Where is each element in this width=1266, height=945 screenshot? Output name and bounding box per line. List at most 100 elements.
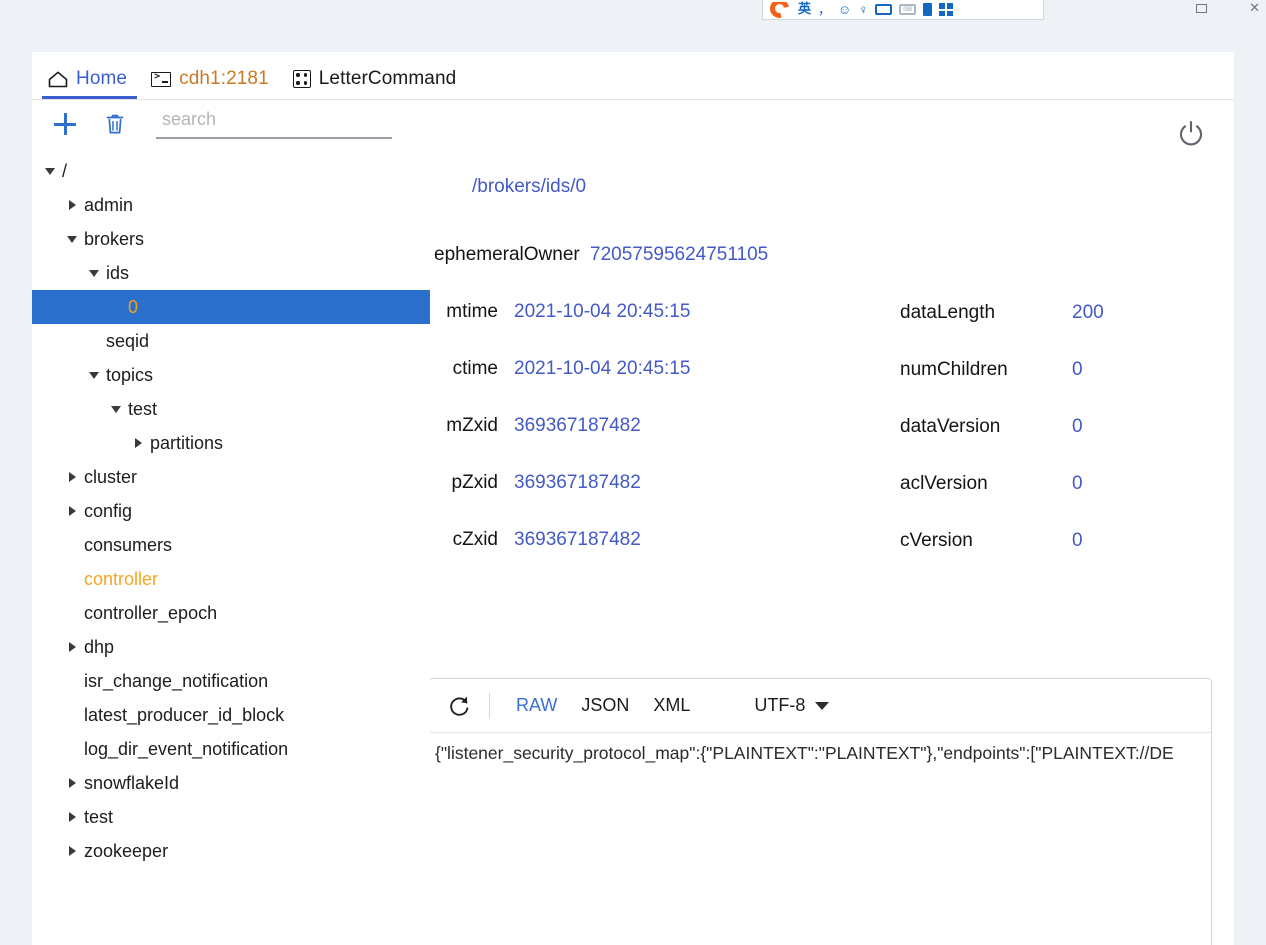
keyboard-icon[interactable] xyxy=(875,4,893,15)
editor-content[interactable]: {"listener_security_protocol_map":{"PLAI… xyxy=(435,743,1174,764)
tree-node-log_dir_event_notification[interactable]: log_dir_event_notification xyxy=(32,732,430,766)
ime-floating-toolbar[interactable]: 英 ， ☺ ♀ ⌨ xyxy=(762,0,1044,20)
tree-node-ids[interactable]: ids xyxy=(32,256,430,290)
disconnect-power-button[interactable] xyxy=(1176,118,1206,148)
tree-node-label: ids xyxy=(106,262,130,283)
caret-down-icon[interactable] xyxy=(86,269,102,277)
metadata-key: dataVersion xyxy=(900,415,1001,437)
caret-down-icon[interactable] xyxy=(108,405,124,413)
window-controls[interactable]: ✕ xyxy=(1196,0,1260,16)
tree-node-isr_change_notification[interactable]: isr_change_notification xyxy=(32,664,430,698)
tree-node-test[interactable]: test xyxy=(32,392,430,426)
tree-node-seqid[interactable]: seqid xyxy=(32,324,430,358)
tree-node-label: controller_epoch xyxy=(84,602,218,623)
caret-right-icon[interactable] xyxy=(64,472,80,482)
ime-mode-label[interactable]: 英 xyxy=(798,3,811,16)
tree-node-dhp[interactable]: dhp xyxy=(32,630,430,664)
tree-node-[interactable]: / xyxy=(32,154,430,188)
tree-node-label: seqid xyxy=(106,330,150,351)
tree-node-admin[interactable]: admin xyxy=(32,188,430,222)
tree-node-label: snowflakeId xyxy=(84,772,180,793)
apps-icon[interactable] xyxy=(939,3,954,16)
format-tab-raw[interactable]: RAW xyxy=(504,695,569,716)
bulb-icon[interactable]: ♀ xyxy=(858,3,868,16)
metadata-value: 369367187482 xyxy=(514,471,641,493)
metadata-row: numChildren 0 xyxy=(900,341,1104,398)
search-field-wrapper[interactable] xyxy=(156,109,398,139)
metadata-value: 200 xyxy=(1072,301,1104,323)
tree-node-snowflakeId[interactable]: snowflakeId xyxy=(32,766,430,800)
tree-node-consumers[interactable]: consumers xyxy=(32,528,430,562)
metadata-value: 2021-10-04 20:45:15 xyxy=(514,357,691,379)
tree-node-latest_producer_id_block[interactable]: latest_producer_id_block xyxy=(32,698,430,732)
metadata-value: 0 xyxy=(1072,358,1083,380)
tree-node-label: controller xyxy=(84,568,159,589)
tree-node-topics[interactable]: topics xyxy=(32,358,430,392)
close-icon[interactable]: ✕ xyxy=(1249,2,1260,15)
caret-right-icon[interactable] xyxy=(64,642,80,652)
home-icon xyxy=(48,71,68,87)
tree-node-label: dhp xyxy=(84,636,115,657)
smiley-icon[interactable]: ☺ xyxy=(838,3,851,16)
znode-tree: / admin brokers ids 0 seqid topics test partitio… xyxy=(32,148,430,945)
toolbar-separator xyxy=(489,692,490,719)
search-input[interactable] xyxy=(156,109,398,132)
caret-right-icon[interactable] xyxy=(64,506,80,516)
caret-down-icon[interactable] xyxy=(86,371,102,379)
metadata-row: mtime 2021-10-04 20:45:15 xyxy=(434,283,1224,340)
caret-down-icon[interactable] xyxy=(42,167,58,175)
tree-node-0[interactable]: 0 xyxy=(32,290,430,324)
caret-right-icon[interactable] xyxy=(64,778,80,788)
metadata-row: ctime 2021-10-04 20:45:15 xyxy=(434,340,1224,397)
tree-node-label: log_dir_event_notification xyxy=(84,738,289,759)
caret-down-icon[interactable] xyxy=(64,235,80,243)
caret-right-icon[interactable] xyxy=(64,200,80,210)
tree-node-zookeeper[interactable]: zookeeper xyxy=(32,834,430,868)
toolbox-icon[interactable] xyxy=(923,3,933,16)
caret-right-icon[interactable] xyxy=(64,846,80,856)
delete-node-button[interactable] xyxy=(100,109,130,139)
metadata-row: aclVersion 0 xyxy=(900,455,1104,512)
tab-home[interactable]: Home xyxy=(38,68,141,99)
keyboard-alt-icon[interactable]: ⌨ xyxy=(899,4,917,15)
metadata-key: dataLength xyxy=(900,301,996,323)
tree-node-brokers[interactable]: brokers xyxy=(32,222,430,256)
format-tab-json[interactable]: JSON xyxy=(569,695,641,716)
tree-node-test[interactable]: test xyxy=(32,800,430,834)
terminal-icon xyxy=(151,71,172,87)
metadata-key: numChildren xyxy=(900,358,1008,380)
sogou-logo-icon[interactable] xyxy=(769,2,791,18)
metadata-value: 2021-10-04 20:45:15 xyxy=(514,300,691,322)
node-metadata-primary: ephemeralOwner 72057595624751105 mtime 2021… xyxy=(434,226,1224,568)
tree-node-controller[interactable]: controller xyxy=(32,562,430,596)
ime-punctuation-icon[interactable]: ， xyxy=(818,3,831,16)
power-icon xyxy=(1180,120,1202,146)
metadata-key: aclVersion xyxy=(900,472,988,494)
format-tab-xml[interactable]: XML xyxy=(641,695,702,716)
tree-node-label: test xyxy=(84,806,114,827)
metadata-value: 0 xyxy=(1072,415,1083,437)
tree-node-partitions[interactable]: partitions xyxy=(32,426,430,460)
metadata-value: 72057595624751105 xyxy=(590,243,769,265)
editor-body[interactable]: {"listener_security_protocol_map":{"PLAI… xyxy=(430,733,1211,945)
metadata-value: 0 xyxy=(1072,472,1083,494)
tree-panel: / admin brokers ids 0 seqid topics test partitio… xyxy=(32,100,430,945)
tree-toolbar xyxy=(32,100,430,148)
chevron-down-icon xyxy=(815,701,830,710)
tree-node-label: test xyxy=(128,398,158,419)
tab-letter-command[interactable]: LetterCommand xyxy=(283,68,471,99)
tab-server-connection[interactable]: cdh1:2181 xyxy=(141,68,283,99)
add-node-button[interactable] xyxy=(50,109,80,139)
caret-right-icon[interactable] xyxy=(130,438,146,448)
caret-right-icon[interactable] xyxy=(64,812,80,822)
refresh-button[interactable] xyxy=(443,689,477,723)
metadata-row: cZxid 369367187482 xyxy=(434,511,1224,568)
tree-node-controller_epoch[interactable]: controller_epoch xyxy=(32,596,430,630)
tab-bar: Home cdh1:2181 LetterCommand xyxy=(32,52,1234,100)
tree-node-cluster[interactable]: cluster xyxy=(32,460,430,494)
encoding-select[interactable]: UTF-8 xyxy=(754,695,830,716)
dice-icon xyxy=(292,70,311,88)
tree-node-config[interactable]: config xyxy=(32,494,430,528)
minimize-icon[interactable] xyxy=(1196,3,1208,13)
tree-node-label: admin xyxy=(84,194,134,215)
